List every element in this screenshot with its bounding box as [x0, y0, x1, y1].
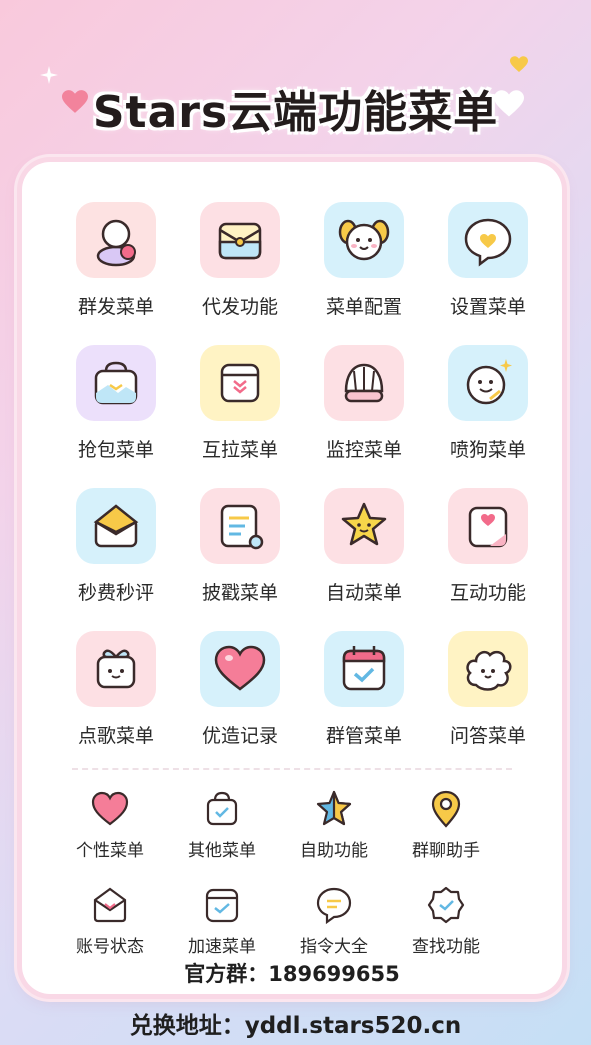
gift-face-icon: [96, 649, 136, 689]
menu-item-song-request[interactable]: 点歌菜单: [54, 631, 178, 774]
sub-item-label: 指令大全: [300, 937, 368, 957]
calendar-check-icon: [342, 646, 386, 691]
location-pin-icon: [431, 790, 461, 828]
small-envelope-icon: [93, 887, 127, 923]
menu-item-mutual-pull[interactable]: 互拉菜单: [178, 345, 302, 488]
section-divider: [72, 768, 512, 770]
envelope-icon: [218, 222, 262, 260]
sub-item-other[interactable]: 其他菜单: [166, 788, 278, 884]
menu-item-label: 优造记录: [201, 725, 278, 747]
menu-item-label: 自动菜单: [325, 582, 402, 604]
menu-tile: [76, 345, 156, 421]
bag-icon: [94, 361, 138, 405]
menu-item-settings[interactable]: 设置菜单: [426, 202, 550, 345]
menu-item-label: 抢包菜单: [77, 439, 154, 461]
sub-item-label: 加速菜单: [188, 937, 256, 957]
shell-icon: [344, 363, 384, 403]
menu-tile: [448, 631, 528, 707]
menu-item-label: 互拉菜单: [201, 439, 278, 461]
chat-heart-icon: [464, 218, 512, 267]
menu-item-label: 设置菜单: [449, 296, 526, 318]
menu-tile: [324, 488, 404, 564]
menu-item-grab-bag[interactable]: 抢包菜单: [54, 345, 178, 488]
smile-sparkle-icon: [466, 359, 512, 405]
person-icon: [96, 219, 136, 267]
main-menu-grid: 群发菜单 代发功能 菜单配置 设置菜单 抢包菜单 互拉菜单 监控菜单 喷狗菜单 …: [54, 202, 550, 774]
menu-tile: [200, 488, 280, 564]
menu-tile: [448, 202, 528, 278]
menu-item-label: 喷狗菜单: [449, 439, 526, 461]
menu-tile: [448, 488, 528, 564]
small-star-icon: [316, 790, 352, 826]
menu-tile: [200, 631, 280, 707]
sub-item-label: 查找功能: [412, 937, 480, 957]
menu-item-menu-config[interactable]: 菜单配置: [302, 202, 426, 345]
sub-item-group-assistant[interactable]: 群聊助手: [390, 788, 502, 884]
star-face-icon: [341, 502, 387, 546]
menu-item-group-admin[interactable]: 群管菜单: [302, 631, 426, 774]
open-envelope-icon: [93, 504, 139, 548]
menu-item-label: 代发功能: [201, 296, 278, 318]
menu-item-label: 群管菜单: [325, 725, 402, 747]
menu-tile: [324, 345, 404, 421]
small-box-icon: [205, 888, 239, 923]
menu-item-group-send[interactable]: 群发菜单: [54, 202, 178, 345]
menu-tile: [200, 345, 280, 421]
menu-item-spray[interactable]: 喷狗菜单: [426, 345, 550, 488]
menu-item-auto[interactable]: 自动菜单: [302, 488, 426, 631]
cloud-face-icon: [466, 650, 512, 691]
sub-item-label: 个性菜单: [76, 841, 144, 861]
menu-tile: [324, 631, 404, 707]
menu-tile: [324, 202, 404, 278]
sub-item-personal[interactable]: 个性菜单: [54, 788, 166, 884]
yellow-heart-icon: [510, 56, 528, 72]
menu-item-label: 群发菜单: [77, 296, 154, 318]
page-title: Stars云端功能菜单: [92, 87, 499, 138]
menu-item-interact[interactable]: 互动功能: [426, 488, 550, 631]
menu-item-label: 互动功能: [449, 582, 526, 604]
menu-tile: [200, 202, 280, 278]
puppy-icon: [338, 219, 390, 261]
menu-item-label: 问答菜单: [449, 725, 526, 747]
small-badge-icon: [427, 886, 465, 924]
sub-item-label: 账号状态: [76, 937, 144, 957]
sub-item-label: 其他菜单: [188, 841, 256, 861]
sub-item-label: 群聊助手: [412, 841, 480, 861]
redeem-address-text: 兑换地址：yddl.stars520.cn: [129, 1013, 462, 1039]
menu-card: 群发菜单 代发功能 菜单配置 设置菜单 抢包菜单 互拉菜单 监控菜单 喷狗菜单 …: [22, 162, 562, 994]
menu-tile: [76, 631, 156, 707]
small-chat-icon: [316, 887, 352, 925]
heart-icon: [214, 645, 266, 691]
menu-tile: [448, 345, 528, 421]
menu-item-records[interactable]: 优造记录: [178, 631, 302, 774]
menu-tile: [76, 202, 156, 278]
official-group-text: 官方群：189699655: [184, 962, 400, 986]
letter-heart-icon: [468, 506, 508, 548]
sub-menu-grid: 个性菜单 其他菜单 自助功能 群聊助手 账号状态 加速菜单 指令大全 查找功能: [54, 788, 502, 980]
menu-item-qa[interactable]: 问答菜单: [426, 631, 550, 774]
sub-item-self-service[interactable]: 自助功能: [278, 788, 390, 884]
menu-item-monitor[interactable]: 监控菜单: [302, 345, 426, 488]
box-heart-icon: [220, 363, 260, 403]
menu-tile: [76, 488, 156, 564]
menu-item-poke[interactable]: 披戳菜单: [178, 488, 302, 631]
menu-item-label: 监控菜单: [325, 439, 402, 461]
menu-item-instant-review[interactable]: 秒费秒评: [54, 488, 178, 631]
menu-item-label: 点歌菜单: [77, 725, 154, 747]
sub-item-label: 自助功能: [300, 841, 368, 861]
menu-item-proxy-send[interactable]: 代发功能: [178, 202, 302, 345]
small-bag-icon: [206, 791, 238, 826]
menu-item-label: 披戳菜单: [201, 582, 278, 604]
menu-item-label: 菜单配置: [325, 296, 402, 318]
note-icon: [220, 504, 264, 550]
menu-item-label: 秒费秒评: [77, 582, 154, 604]
small-heart-icon: [91, 791, 129, 826]
